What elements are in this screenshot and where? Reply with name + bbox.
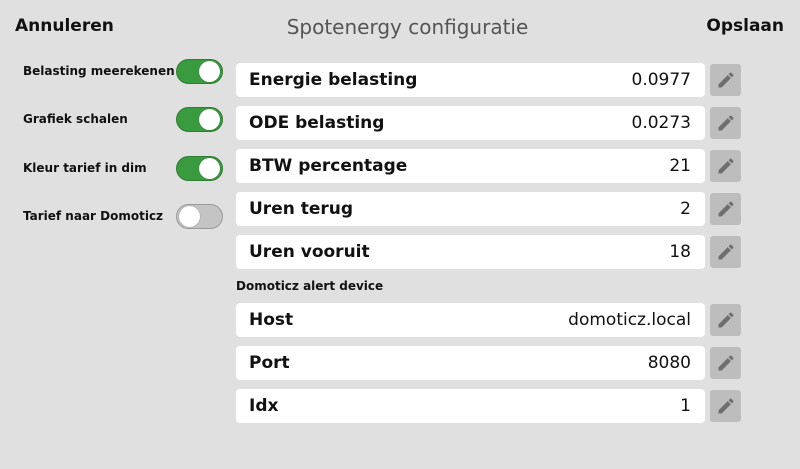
field-label: Uren terug <box>249 199 354 219</box>
field-label: Idx <box>249 396 279 416</box>
pencil-icon <box>718 158 734 174</box>
edit-btw-percentage-button[interactable] <box>710 150 741 182</box>
pencil-icon <box>718 312 734 328</box>
page-title: Spotenergy configuratie <box>286 15 529 39</box>
field-uren-terug: Uren terug 2 <box>236 192 705 226</box>
pencil-icon <box>718 355 734 371</box>
edit-energie-belasting-button[interactable] <box>710 64 741 96</box>
edit-host-button[interactable] <box>710 304 741 336</box>
toggle-label: Belasting meerekenen <box>23 64 175 78</box>
toggle-knob <box>179 205 200 227</box>
save-button[interactable]: Opslaan <box>706 16 784 36</box>
edit-ode-belasting-button[interactable] <box>710 107 741 139</box>
field-value: 2 <box>680 199 691 219</box>
toggle-row-grafiek: Grafiek schalen <box>23 106 223 132</box>
field-label: Uren vooruit <box>249 242 370 262</box>
toggle-knob <box>199 157 220 179</box>
grafiek-schalen-toggle[interactable] <box>176 106 223 132</box>
field-port: Port 8080 <box>236 346 705 380</box>
field-value: 8080 <box>647 353 691 373</box>
field-label: Energie belasting <box>249 70 418 90</box>
field-btw-percentage: BTW percentage 21 <box>236 149 705 183</box>
toggle-label: Kleur tarief in dim <box>23 161 147 175</box>
edit-uren-terug-button[interactable] <box>710 193 741 225</box>
field-label: BTW percentage <box>249 156 408 176</box>
field-uren-vooruit: Uren vooruit 18 <box>236 235 705 269</box>
field-value: 21 <box>669 156 691 176</box>
toggle-row-kleur: Kleur tarief in dim <box>23 155 223 181</box>
toggle-label: Tarief naar Domoticz <box>23 209 164 223</box>
toggle-label: Grafiek schalen <box>23 112 128 126</box>
field-label: Port <box>249 353 290 373</box>
edit-port-button[interactable] <box>710 347 741 379</box>
toggle-knob <box>199 60 220 82</box>
tarief-naar-domoticz-toggle[interactable] <box>176 203 223 229</box>
edit-idx-button[interactable] <box>710 390 741 422</box>
pencil-icon <box>718 244 734 260</box>
toggle-row-domoticz: Tarief naar Domoticz <box>23 203 223 229</box>
pencil-icon <box>718 72 734 88</box>
toggle-knob <box>199 108 220 130</box>
pencil-icon <box>718 398 734 414</box>
field-value: 18 <box>669 242 691 262</box>
field-host: Host domoticz.local <box>236 303 705 337</box>
field-energie-belasting: Energie belasting 0.0977 <box>236 63 705 97</box>
field-value: domoticz.local <box>568 310 691 330</box>
field-value: 0.0977 <box>631 70 691 90</box>
field-value: 0.0273 <box>631 113 691 133</box>
field-idx: Idx 1 <box>236 389 705 423</box>
field-value: 1 <box>680 396 691 416</box>
pencil-icon <box>718 115 734 131</box>
kleur-tarief-toggle[interactable] <box>176 155 223 181</box>
field-label: ODE belasting <box>249 113 385 133</box>
domoticz-section-label: Domoticz alert device <box>236 279 384 293</box>
pencil-icon <box>718 201 734 217</box>
belasting-meerekenen-toggle[interactable] <box>176 58 223 84</box>
field-label: Host <box>249 310 294 330</box>
edit-uren-vooruit-button[interactable] <box>710 236 741 268</box>
field-ode-belasting: ODE belasting 0.0273 <box>236 106 705 140</box>
toggle-row-belasting: Belasting meerekenen <box>23 58 223 84</box>
